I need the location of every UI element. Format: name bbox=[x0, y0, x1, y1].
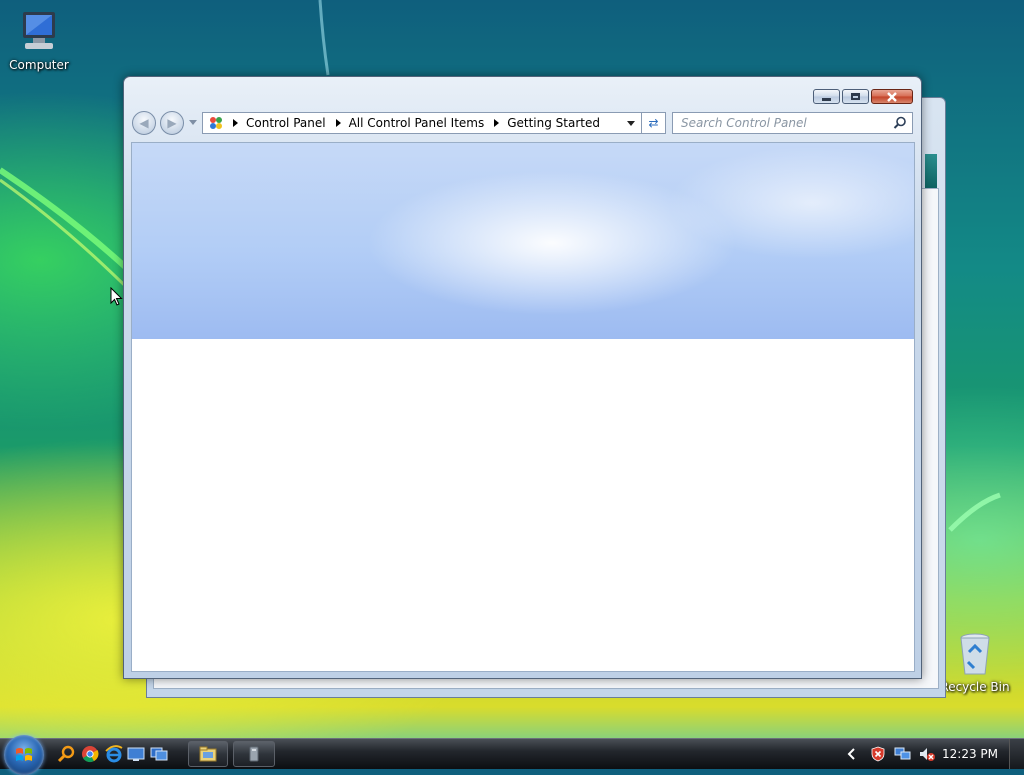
internet-explorer-icon bbox=[105, 745, 123, 763]
maximize-icon bbox=[851, 93, 860, 100]
search-icon[interactable] bbox=[893, 116, 907, 130]
close-icon bbox=[887, 91, 897, 102]
quick-launch-show-desktop[interactable] bbox=[126, 744, 146, 764]
minimize-button[interactable] bbox=[813, 89, 840, 104]
content-pane bbox=[131, 142, 915, 672]
desktop-icon-label: Recycle Bin bbox=[940, 680, 1010, 694]
chrome-icon bbox=[82, 746, 99, 763]
computer-icon bbox=[15, 8, 63, 56]
windows-logo-icon bbox=[16, 748, 32, 761]
back-arrow-icon: ◀ bbox=[139, 116, 149, 130]
search-icon bbox=[57, 745, 75, 763]
show-desktop-icon bbox=[127, 747, 145, 761]
refresh-icon: ⇄ bbox=[648, 116, 659, 130]
system-tray bbox=[846, 739, 936, 769]
recent-pages-dropdown[interactable] bbox=[189, 120, 197, 125]
breadcrumb-all-items[interactable]: All Control Panel Items bbox=[349, 116, 485, 130]
quick-launch-internet-explorer[interactable] bbox=[104, 744, 124, 764]
quick-launch-switch-windows[interactable] bbox=[149, 744, 169, 764]
desktop-icon-label: Computer bbox=[9, 58, 69, 72]
network-icon[interactable] bbox=[894, 746, 912, 762]
background-window-band bbox=[925, 154, 937, 190]
search-box[interactable] bbox=[672, 112, 913, 134]
taskbar: 12:23 PM bbox=[0, 735, 1024, 775]
header-banner bbox=[132, 143, 914, 339]
volume-muted-icon[interactable] bbox=[918, 746, 936, 762]
quick-launch-chrome[interactable] bbox=[80, 744, 100, 764]
window-controls bbox=[813, 89, 913, 104]
recycle-bin-icon bbox=[951, 630, 999, 678]
switch-windows-icon bbox=[150, 747, 168, 761]
breadcrumb-separator[interactable] bbox=[494, 119, 500, 127]
mouse-cursor-icon bbox=[110, 287, 123, 306]
minimize-icon bbox=[822, 97, 831, 101]
control-panel-icon bbox=[209, 116, 223, 130]
show-hidden-icons-chevron[interactable] bbox=[846, 747, 858, 761]
control-panel-window[interactable]: ◀ ▶ Control Panel All Control Panel Item… bbox=[123, 76, 922, 679]
search-input[interactable] bbox=[679, 115, 888, 131]
desktop-icon-computer[interactable]: Computer bbox=[2, 8, 76, 72]
app-task-icon bbox=[249, 746, 259, 762]
control-panel-task-icon bbox=[199, 746, 217, 762]
security-alert-icon[interactable] bbox=[870, 746, 886, 762]
breadcrumb-control-panel[interactable]: Control Panel bbox=[246, 116, 326, 130]
breadcrumb-getting-started[interactable]: Getting Started bbox=[507, 116, 600, 130]
maximize-button[interactable] bbox=[842, 89, 869, 104]
navigation-bar: ◀ ▶ Control Panel All Control Panel Item… bbox=[132, 110, 913, 138]
forward-arrow-icon: ▶ bbox=[167, 116, 177, 130]
close-button[interactable] bbox=[871, 89, 913, 104]
taskbar-clock[interactable]: 12:23 PM bbox=[942, 747, 998, 761]
breadcrumb-separator[interactable] bbox=[233, 119, 238, 127]
breadcrumb-separator[interactable] bbox=[335, 119, 341, 127]
taskbar-button-app[interactable] bbox=[233, 741, 275, 767]
quick-launch-search[interactable] bbox=[56, 744, 76, 764]
back-button[interactable]: ◀ bbox=[132, 111, 156, 135]
refresh-button[interactable]: ⇄ bbox=[642, 112, 666, 134]
desktop-icon-recycle-bin[interactable]: Recycle Bin bbox=[938, 630, 1012, 694]
address-dropdown-icon[interactable] bbox=[627, 121, 635, 126]
show-desktop-corner[interactable] bbox=[1009, 739, 1024, 769]
forward-button[interactable]: ▶ bbox=[160, 111, 184, 135]
start-button[interactable] bbox=[4, 735, 44, 775]
taskbar-button-control-panel[interactable] bbox=[188, 741, 228, 767]
address-bar[interactable]: Control Panel All Control Panel Items Ge… bbox=[202, 112, 642, 134]
